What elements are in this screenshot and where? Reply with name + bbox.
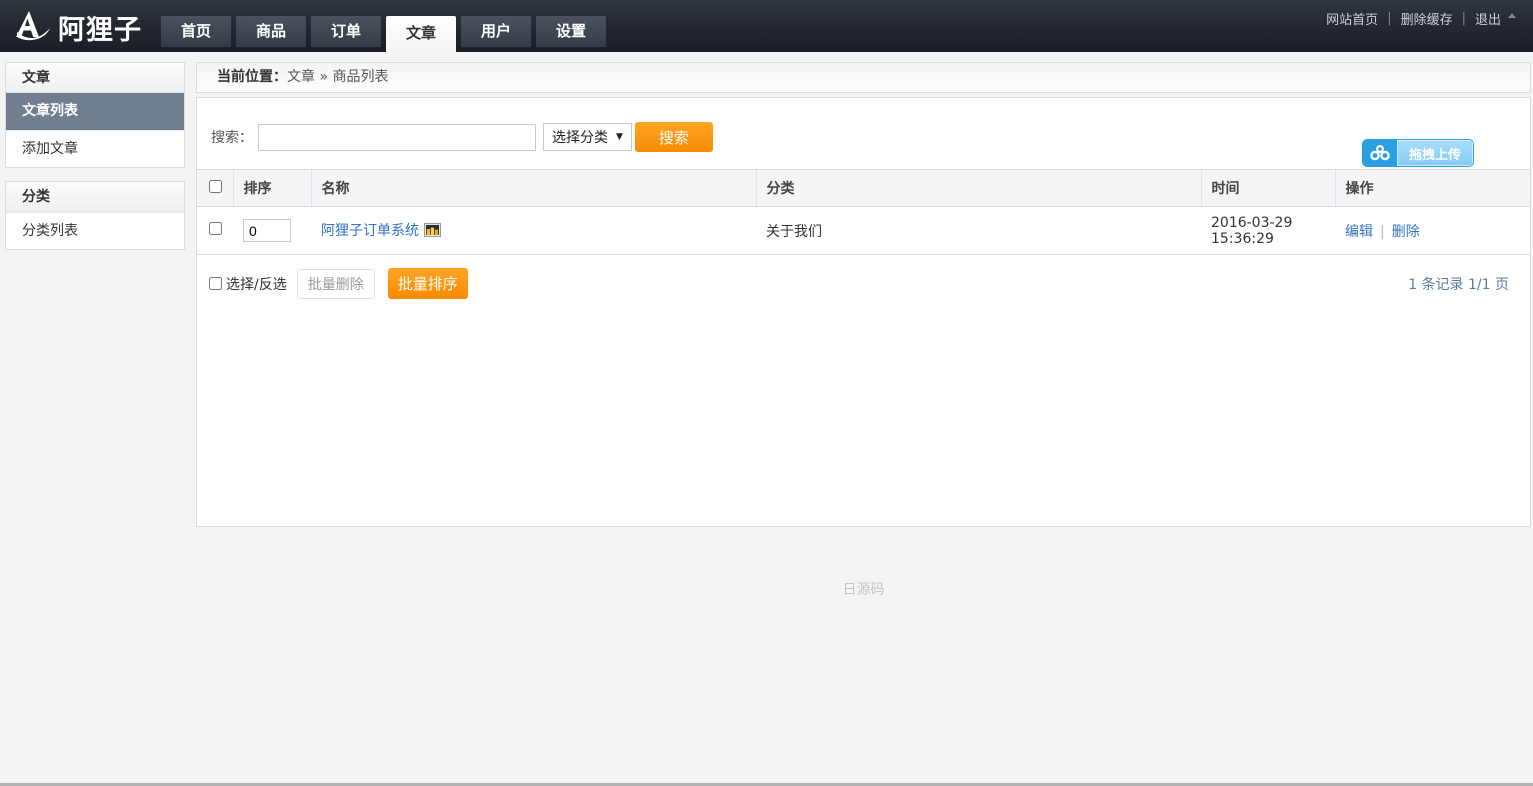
row-checkbox[interactable] [209, 222, 222, 235]
invert-selection-checkbox[interactable] [209, 277, 222, 290]
logout-link[interactable]: 退出 [1475, 9, 1501, 28]
row-time: 2016-03-29 15:36:29 [1201, 207, 1335, 255]
row-category: 关于我们 [756, 207, 1201, 255]
breadcrumb-label: 当前位置： [217, 69, 287, 85]
main-nav: 首页 商品 订单 文章 用户 设置 [161, 16, 611, 52]
breadcrumb-path: 文章 » 商品列表 [287, 69, 388, 85]
search-input[interactable] [258, 124, 536, 151]
invert-selection-label: 选择/反选 [226, 274, 287, 294]
sidebar-item-article-list[interactable]: 文章列表 [6, 93, 184, 130]
clear-cache-link[interactable]: 删除缓存 [1401, 9, 1453, 28]
search-bar: 搜索： 选择分类 ▼ 搜索 [197, 98, 1530, 152]
link-separator: | [1387, 11, 1391, 26]
action-separator: | [1380, 224, 1385, 240]
sidebar: 文章 文章列表 添加文章 分类 分类列表 [5, 62, 185, 263]
link-separator: | [1462, 11, 1466, 26]
column-header-sort: 排序 [233, 170, 311, 207]
delete-link[interactable]: 删除 [1392, 224, 1420, 240]
footer-text: 日源码 [196, 579, 1531, 599]
sidebar-item-category-list[interactable]: 分类列表 [6, 212, 184, 249]
topbar-links: 网站首页 | 删除缓存 | 退出 [1326, 9, 1516, 28]
breadcrumb: 当前位置：文章 » 商品列表 [196, 62, 1531, 93]
pagination-summary: 1 条记录 1/1 页 [1408, 274, 1509, 294]
chevron-down-icon: ▼ [616, 132, 623, 142]
cloud-cluster-icon [1363, 140, 1397, 166]
category-select[interactable]: 选择分类 ▼ [543, 123, 632, 151]
sidebar-group-title: 分类 [6, 182, 184, 212]
article-name-link[interactable]: 阿狸子订单系统 [321, 223, 419, 239]
category-select-value: 选择分类 [552, 127, 608, 147]
page-body: 文章 文章列表 添加文章 分类 分类列表 当前位置：文章 » 商品列表 搜索： … [0, 52, 1533, 599]
column-header-actions: 操作 [1335, 170, 1530, 207]
logo-a-icon [15, 10, 51, 46]
search-label: 搜索： [211, 127, 253, 147]
header-select-all-checkbox[interactable] [209, 180, 222, 193]
column-header-time: 时间 [1201, 170, 1335, 207]
column-header-category: 分类 [756, 170, 1201, 207]
logout-caret-icon [1508, 13, 1516, 18]
content-panel: 搜索： 选择分类 ▼ 搜索 拖拽上传 [196, 97, 1531, 527]
batch-delete-button[interactable]: 批量删除 [297, 269, 375, 299]
drag-upload-label: 拖拽上传 [1397, 140, 1473, 166]
sidebar-group-articles: 文章 文章列表 添加文章 [5, 62, 185, 168]
site-home-link[interactable]: 网站首页 [1326, 9, 1378, 28]
nav-tab-products[interactable]: 商品 [236, 16, 306, 47]
drag-upload-button[interactable]: 拖拽上传 [1363, 140, 1473, 166]
search-button[interactable]: 搜索 [635, 122, 713, 152]
batch-sort-button[interactable]: 批量排序 [388, 268, 468, 299]
column-header-name: 名称 [311, 170, 756, 207]
logo[interactable]: 阿狸子 [15, 8, 142, 47]
row-sort-input[interactable] [243, 219, 291, 242]
sidebar-item-add-article[interactable]: 添加文章 [6, 130, 184, 167]
nav-tab-users[interactable]: 用户 [461, 16, 531, 47]
nav-tab-home[interactable]: 首页 [161, 16, 231, 47]
nav-tab-articles[interactable]: 文章 [386, 16, 456, 52]
table-row: 阿狸子订单系统 关于我们 2016-0 [197, 207, 1530, 255]
table-header-row: 排序 名称 分类 时间 操作 [197, 170, 1530, 207]
article-table: 排序 名称 分类 时间 操作 阿狸子订单系统 [197, 169, 1530, 255]
sidebar-group-categories: 分类 分类列表 [5, 181, 185, 250]
thumbnail-image-icon [424, 223, 441, 241]
nav-tab-orders[interactable]: 订单 [311, 16, 381, 47]
edit-link[interactable]: 编辑 [1345, 224, 1373, 240]
batch-actions: 选择/反选 批量删除 批量排序 1 条记录 1/1 页 [197, 255, 1530, 299]
logo-text: 阿狸子 [58, 8, 142, 47]
nav-tab-settings[interactable]: 设置 [536, 16, 606, 47]
topbar: 阿狸子 首页 商品 订单 文章 用户 设置 网站首页 | 删除缓存 | 退出 [0, 0, 1533, 52]
sidebar-group-title: 文章 [6, 63, 184, 93]
main-content: 当前位置：文章 » 商品列表 搜索： 选择分类 ▼ 搜索 [196, 62, 1531, 599]
